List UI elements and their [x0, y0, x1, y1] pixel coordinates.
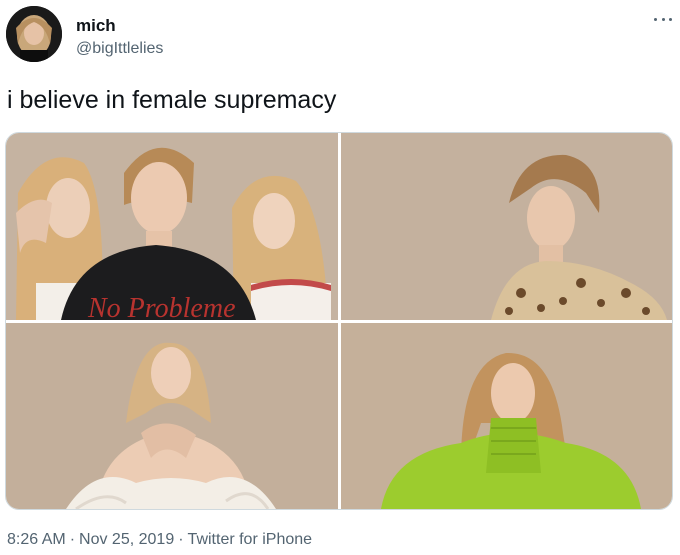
author-name[interactable]: mich	[76, 16, 116, 36]
tweet-source[interactable]: Twitter for iPhone	[188, 531, 313, 548]
more-dot	[669, 17, 672, 21]
tweet-time[interactable]: 8:26 AM	[7, 531, 66, 548]
photo-3-image	[6, 323, 338, 509]
more-horizontal-icon[interactable]	[652, 12, 674, 26]
meta-separator: ·	[178, 531, 184, 548]
photo-1-image: No Probleme	[6, 133, 338, 320]
more-dot	[661, 17, 665, 21]
tweet-header: mich @bigIttlelies	[6, 6, 674, 66]
author-handle[interactable]: @bigIttlelies	[76, 39, 163, 59]
more-dot	[654, 17, 657, 21]
photo-4[interactable]	[341, 323, 672, 509]
tweet-text: i believe in female supremacy	[7, 86, 337, 114]
photo-2[interactable]	[341, 133, 672, 320]
photo-4-image	[341, 323, 672, 509]
photo-1[interactable]: No Probleme	[6, 133, 338, 320]
avatar-image	[6, 6, 62, 62]
media-grid: No Probleme	[5, 132, 673, 510]
shirt-text: No Probleme	[87, 293, 236, 320]
avatar[interactable]	[6, 6, 62, 62]
tweet-date[interactable]: Nov 25, 2019	[79, 531, 174, 548]
tweet: mich @bigIttlelies i believe in female s…	[0, 0, 680, 555]
photo-3[interactable]	[6, 323, 338, 509]
tweet-meta: 8:26 AM · Nov 25, 2019 · Twitter for iPhone	[7, 530, 312, 550]
meta-separator: ·	[69, 531, 76, 548]
photo-2-image	[341, 133, 672, 320]
